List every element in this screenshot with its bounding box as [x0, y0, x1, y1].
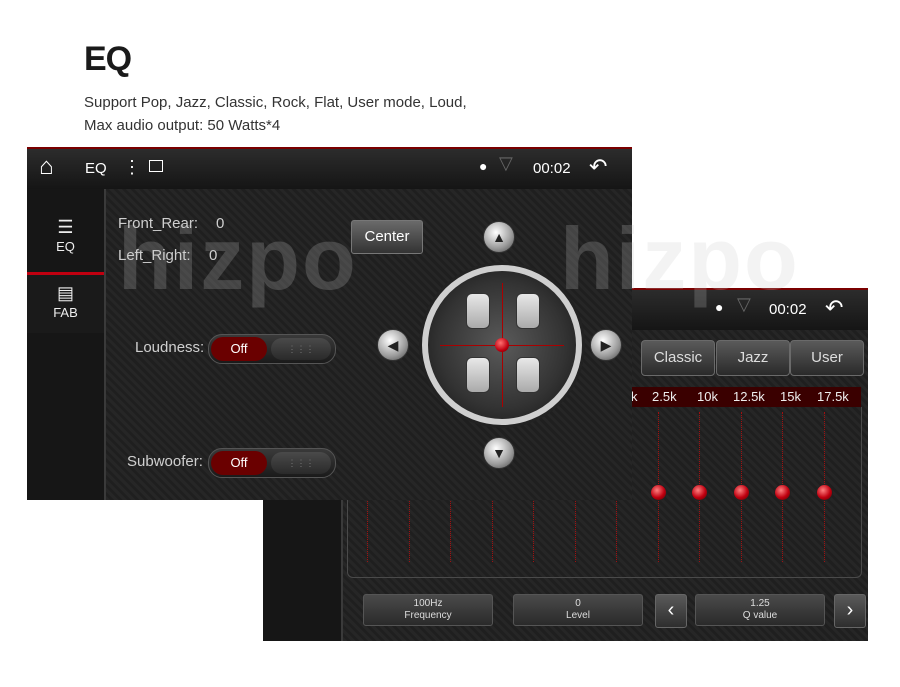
loudness-toggle[interactable]: Off ⋮⋮⋮	[208, 334, 336, 364]
sound-position-marker[interactable]	[495, 338, 509, 352]
status-bar: ⌂ EQ ⋮ ● ▽ 00:02 ↶	[27, 147, 632, 189]
balance-right-button[interactable]: ▶	[590, 329, 622, 361]
toggle-state: Off	[211, 337, 267, 361]
arrow-up-icon: ▲	[492, 229, 506, 245]
fade-front-button[interactable]: ▲	[483, 221, 515, 253]
subwoofer-label: Subwoofer:	[127, 453, 203, 470]
preset-classic-button[interactable]: Classic	[641, 340, 715, 376]
fab-screen-front: ⌂ EQ ⋮ ● ▽ 00:02 ↶ ☰ EQ ▤ FAB Front_Rear…	[27, 147, 632, 500]
page-heading: EQ	[84, 40, 132, 78]
arrow-left-icon: ◀	[387, 337, 399, 353]
sidebar-item-label: EQ	[56, 239, 75, 254]
screen-title: EQ	[85, 160, 107, 177]
sidebar-item-label: FAB	[53, 305, 78, 320]
eq-band-knob[interactable]	[816, 484, 833, 501]
seat-front-left-icon	[466, 293, 490, 329]
preset-jazz-button[interactable]: Jazz	[716, 340, 790, 376]
seat-front-right-icon	[516, 293, 540, 329]
subwoofer-toggle[interactable]: Off ⋮⋮⋮	[208, 448, 336, 478]
freq-label: 15k	[780, 389, 801, 404]
prev-band-button[interactable]: ‹	[655, 594, 687, 628]
loudness-label: Loudness:	[135, 339, 205, 356]
level-value: 0	[575, 598, 581, 609]
toggle-grip: ⋮⋮⋮	[271, 338, 331, 360]
image-icon[interactable]	[149, 160, 163, 172]
more-menu-icon[interactable]: ⋮	[123, 157, 141, 178]
next-band-button[interactable]: ›	[834, 594, 866, 628]
freq-label: 10k	[697, 389, 718, 404]
wifi-icon: ▽	[499, 153, 513, 173]
toggle-state: Off	[211, 451, 267, 475]
arrow-right-icon: ▶	[600, 337, 612, 353]
seat-rear-left-icon	[466, 357, 490, 393]
preset-user-button[interactable]: User	[790, 340, 864, 376]
fab-bars-icon: ▤	[56, 283, 74, 303]
fade-rear-button[interactable]: ▼	[483, 437, 515, 469]
seat-rear-right-icon	[516, 357, 540, 393]
frequency-field[interactable]: 100Hz Frequency	[363, 594, 493, 626]
level-label: Level	[566, 610, 590, 621]
feature-description-line1: Support Pop, Jazz, Classic, Rock, Flat, …	[84, 94, 467, 111]
q-value: 1.25	[750, 598, 770, 609]
toggle-grip: ⋮⋮⋮	[271, 452, 331, 474]
eq-band-knob[interactable]	[691, 484, 708, 501]
q-value-field[interactable]: 1.25 Q value	[695, 594, 825, 626]
q-value-label: Q value	[742, 610, 778, 621]
location-icon: ●	[479, 158, 488, 174]
eq-sliders-icon: ☰	[57, 217, 74, 237]
arrow-down-icon: ▼	[492, 445, 506, 461]
watermark-logo: hizpo	[118, 209, 358, 308]
home-icon[interactable]: ⌂	[39, 153, 54, 181]
chevron-left-icon: ‹	[667, 599, 675, 621]
fader-balance-pad[interactable]	[422, 265, 582, 425]
chevron-right-icon: ›	[846, 599, 854, 621]
sidebar-item-fab[interactable]: ▤ FAB	[27, 272, 104, 333]
freq-label: 12.5k	[733, 389, 765, 404]
sidebar-item-eq[interactable]: ☰ EQ	[27, 209, 104, 267]
feature-description-line2: Max audio output: 50 Watts*4	[84, 117, 281, 134]
eq-band-knob[interactable]	[650, 484, 667, 501]
back-arrow-icon[interactable]: ↶	[589, 154, 607, 180]
freq-label: 2.5k	[652, 389, 677, 404]
frequency-label: Frequency	[404, 610, 452, 621]
sidebar: ☰ EQ ▤ FAB	[27, 189, 106, 500]
back-arrow-icon[interactable]: ↶	[825, 295, 843, 321]
level-field[interactable]: 0 Level	[513, 594, 643, 626]
watermark-logo: hizpo	[560, 209, 800, 308]
eq-band-knob[interactable]	[774, 484, 791, 501]
eq-band-knob[interactable]	[733, 484, 750, 501]
balance-left-button[interactable]: ◀	[377, 329, 409, 361]
center-button[interactable]: Center	[351, 220, 423, 254]
freq-label: 17.5k	[817, 389, 849, 404]
frequency-value: 100Hz	[413, 598, 443, 609]
clock: 00:02	[533, 160, 571, 177]
